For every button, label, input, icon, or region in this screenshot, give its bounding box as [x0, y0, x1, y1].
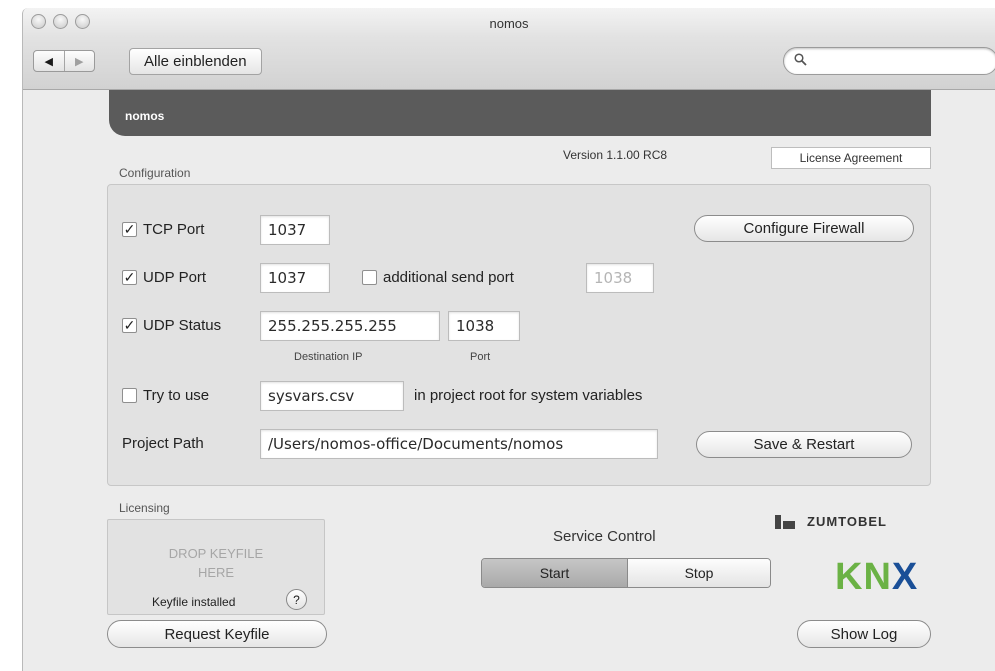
- licensing-group-label: Licensing: [119, 501, 170, 515]
- toolbar: ◀ ▶ Alle einblenden: [23, 38, 995, 90]
- udp-status-label: UDP Status: [143, 317, 222, 334]
- project-path-input[interactable]: /Users/nomos-office/Documents/nomos: [260, 429, 658, 459]
- version-text: Version 1.1.00 RC8: [563, 148, 668, 162]
- help-icon[interactable]: ?: [286, 589, 307, 610]
- knx-logo: KNX: [835, 556, 919, 598]
- service-control-label: Service Control: [553, 528, 656, 545]
- tcp-port-input[interactable]: 1037: [260, 215, 330, 245]
- additional-send-port-label: additional send port: [383, 269, 514, 286]
- configuration-group-label: Configuration: [119, 166, 191, 180]
- udp-port-row: ✓ UDP Port: [122, 269, 206, 286]
- try-to-use-checkbox[interactable]: [122, 388, 137, 403]
- tcp-port-label: TCP Port: [143, 221, 205, 238]
- preferences-window: nomos ◀ ▶ Alle einblenden nomos Version …: [22, 8, 995, 671]
- back-arrow-icon[interactable]: ◀: [34, 51, 64, 71]
- license-agreement-button[interactable]: License Agreement: [771, 147, 931, 169]
- start-service-button[interactable]: Start: [482, 559, 627, 587]
- project-path-label: Project Path: [122, 435, 204, 452]
- drop-zone-line-1: DROP KEYFILE: [168, 546, 264, 561]
- forward-arrow-icon[interactable]: ▶: [63, 51, 95, 71]
- port-caption: Port: [470, 351, 491, 363]
- tcp-port-checkbox[interactable]: ✓: [122, 222, 137, 237]
- sysvars-file-input[interactable]: sysvars.csv: [260, 381, 404, 411]
- service-control-segmented: Start Stop: [481, 558, 771, 588]
- search-input[interactable]: [811, 53, 981, 69]
- udp-port-label: UDP Port: [143, 269, 207, 286]
- save-restart-button[interactable]: Save & Restart: [696, 431, 912, 458]
- system-vars-row: Try to use: [122, 387, 209, 404]
- configure-firewall-button[interactable]: Configure Firewall: [694, 215, 914, 242]
- destination-ip-caption: Destination IP: [294, 351, 363, 363]
- search-field[interactable]: [783, 47, 995, 75]
- pane-banner: nomos: [109, 90, 931, 136]
- zumtobel-mark-icon: [775, 514, 795, 529]
- udp-status-row: ✓ UDP Status: [122, 317, 221, 334]
- try-to-use-label: Try to use: [143, 387, 210, 404]
- udp-status-checkbox[interactable]: ✓: [122, 318, 137, 333]
- keyfile-drop-zone[interactable]: DROP KEYFILE HERE Keyfile installed ?: [107, 519, 325, 615]
- tcp-port-row: ✓ TCP Port: [122, 221, 204, 238]
- zumtobel-logo: ZUMTOBEL: [775, 514, 887, 529]
- udp-port-input[interactable]: 1037: [260, 263, 330, 293]
- show-all-button[interactable]: Alle einblenden: [129, 48, 262, 75]
- configuration-group: ✓ TCP Port 1037 Configure Firewall ✓ UDP…: [107, 184, 931, 486]
- keyfile-installed-status: Keyfile installed: [152, 595, 236, 609]
- destination-ip-input[interactable]: 255.255.255.255: [260, 311, 440, 341]
- back-forward-control: ◀ ▶: [33, 50, 95, 72]
- drop-zone-line-2: HERE: [197, 565, 235, 580]
- status-port-input[interactable]: 1038: [448, 311, 520, 341]
- title-bar: nomos: [23, 8, 995, 38]
- additional-send-port-checkbox[interactable]: [362, 270, 377, 285]
- zumtobel-wordmark: ZUMTOBEL: [807, 514, 887, 529]
- drop-zone-text: DROP KEYFILE HERE: [108, 544, 324, 582]
- show-log-button[interactable]: Show Log: [797, 620, 931, 648]
- udp-port-checkbox[interactable]: ✓: [122, 270, 137, 285]
- request-keyfile-button[interactable]: Request Keyfile: [107, 620, 327, 648]
- window-title: nomos: [489, 16, 529, 31]
- stop-service-button[interactable]: Stop: [627, 559, 770, 587]
- additional-send-port-input: 1038: [586, 263, 654, 293]
- search-icon: [794, 53, 807, 69]
- sysvars-suffix-text: in project root for system variables: [414, 387, 643, 404]
- additional-send-port-row: additional send port: [362, 269, 514, 286]
